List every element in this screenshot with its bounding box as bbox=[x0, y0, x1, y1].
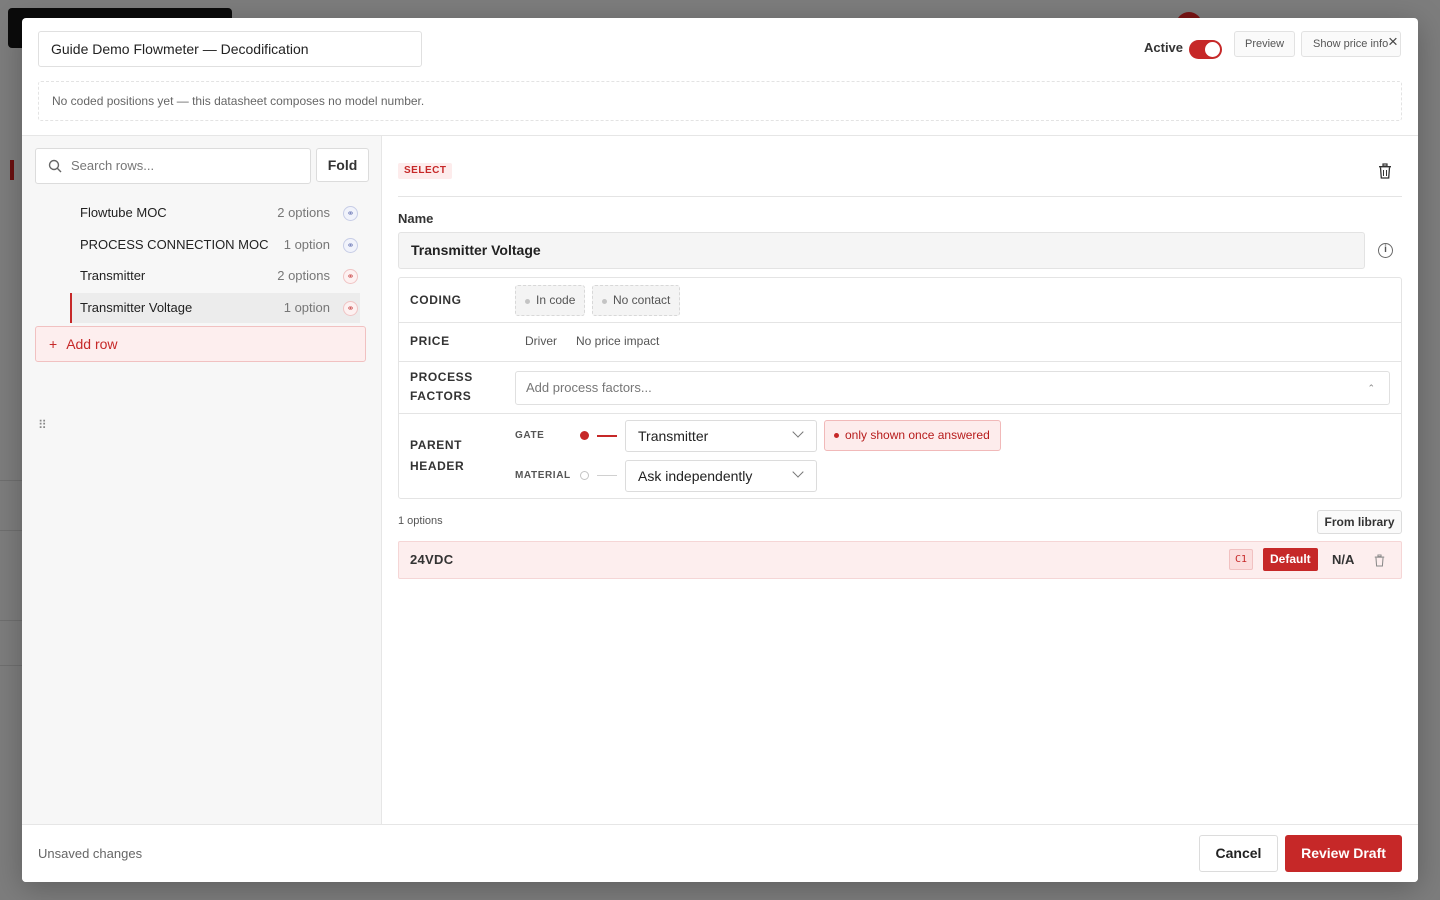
row-option-count: 2 options bbox=[277, 268, 330, 283]
modal-footer: Unsaved changes Cancel Review Draft bbox=[22, 824, 1418, 882]
row-type-tag: SELECT bbox=[398, 163, 453, 179]
parent-header-label-line2: HEADER bbox=[410, 459, 465, 473]
unsaved-status: Unsaved changes bbox=[38, 846, 143, 861]
row-name: Transmitter bbox=[80, 268, 146, 283]
add-row-label: Add row bbox=[66, 336, 118, 352]
option-price[interactable]: N/A bbox=[1332, 542, 1354, 578]
material-label: MATERIAL bbox=[515, 470, 571, 481]
datasheet-title-input[interactable]: Guide Demo Flowmeter — Decodification bbox=[38, 31, 422, 67]
info-icon[interactable]: i bbox=[1378, 243, 1393, 258]
row-name: Transmitter Voltage bbox=[80, 300, 193, 315]
decodification-modal: Guide Demo Flowmeter — Decodification Ac… bbox=[22, 18, 1418, 882]
price-label: PRICE bbox=[410, 334, 450, 348]
parent-header-row: PARENT HEADER GATE Transmitter only show… bbox=[399, 414, 1401, 499]
process-factors-label-line2: FACTORS bbox=[410, 389, 472, 403]
editor-divider bbox=[398, 196, 1402, 197]
cancel-button[interactable]: Cancel bbox=[1199, 835, 1278, 872]
coding-label: CODING bbox=[410, 293, 462, 307]
drag-handle-icon[interactable]: ⠿ bbox=[38, 417, 48, 433]
review-draft-button[interactable]: Review Draft bbox=[1285, 835, 1402, 872]
gate-value: Transmitter bbox=[638, 428, 709, 444]
options-count: 1 options bbox=[398, 515, 443, 527]
modal-header: Guide Demo Flowmeter — Decodification Ac… bbox=[22, 18, 1418, 136]
gate-dropdown[interactable]: Transmitter bbox=[625, 420, 817, 452]
trash-icon[interactable] bbox=[1374, 554, 1385, 567]
background-divider bbox=[0, 480, 22, 481]
gate-visibility-badge: only shown once answered bbox=[824, 420, 1001, 451]
price-row: PRICE Driver No price impact bbox=[399, 323, 1401, 362]
link-icon[interactable]: ⚭ bbox=[343, 269, 358, 284]
trash-icon[interactable] bbox=[1378, 163, 1392, 179]
link-icon[interactable]: ⚭ bbox=[343, 238, 358, 253]
row-option-count: 1 option bbox=[283, 300, 330, 315]
active-label: Active bbox=[1144, 40, 1184, 55]
in-code-chip[interactable]: In code bbox=[515, 285, 586, 316]
close-icon[interactable]: × bbox=[1388, 32, 1398, 52]
row-name: PROCESS CONNECTION MOC bbox=[80, 237, 269, 252]
row-option-count: 1 option bbox=[283, 237, 330, 252]
show-price-info-button[interactable]: Show price info bbox=[1301, 31, 1401, 57]
chevron-down-icon bbox=[792, 426, 804, 438]
material-dropdown[interactable]: Ask independently bbox=[625, 460, 817, 492]
preview-button[interactable]: Preview bbox=[1234, 31, 1296, 57]
row-option-count: 2 options bbox=[277, 205, 330, 220]
link-icon[interactable]: ⚭ bbox=[343, 206, 358, 221]
process-factors-label-line1: PROCESS bbox=[410, 370, 473, 384]
option-row[interactable]: 24VDC C1 Default N/A bbox=[398, 541, 1402, 579]
default-badge[interactable]: Default bbox=[1263, 548, 1318, 571]
sidebar-row-process-connection-moc[interactable]: PROCESS CONNECTION MOC 1 option ⚭ bbox=[70, 230, 360, 260]
gate-label: GATE bbox=[515, 430, 545, 441]
updown-chevron-icon: ⌃ bbox=[1367, 383, 1375, 393]
process-factors-placeholder: Add process factors... bbox=[526, 380, 652, 395]
price-driver[interactable]: Driver bbox=[525, 332, 557, 351]
link-icon[interactable]: ⚭ bbox=[343, 301, 358, 316]
sidebar-row-transmitter-voltage[interactable]: Transmitter Voltage 1 option ⚭ bbox=[70, 293, 360, 323]
fold-button[interactable]: Fold bbox=[316, 148, 369, 182]
row-editor: SELECT Name Transmitter Voltage i CODING… bbox=[383, 136, 1418, 824]
active-toggle[interactable] bbox=[1189, 40, 1222, 59]
material-connector bbox=[597, 475, 617, 476]
background-accent bbox=[10, 160, 14, 180]
row-name: Flowtube MOC bbox=[80, 205, 167, 220]
process-factors-row: PROCESS FACTORS Add process factors... ⌃ bbox=[399, 362, 1401, 414]
rows-sidebar: Search rows... Fold Flowtube MOC 2 optio… bbox=[22, 136, 382, 824]
plus-icon: + bbox=[49, 336, 58, 352]
search-input[interactable]: Search rows... bbox=[35, 148, 311, 184]
gate-connector bbox=[597, 435, 617, 437]
background-divider bbox=[0, 620, 22, 621]
coded-positions-notice: No coded positions yet — this datasheet … bbox=[38, 81, 1402, 121]
chevron-down-icon bbox=[792, 466, 804, 478]
parent-header-label-line1: PARENT bbox=[410, 438, 463, 452]
from-library-button[interactable]: From library bbox=[1317, 510, 1402, 534]
add-row-button[interactable]: + Add row bbox=[35, 326, 366, 362]
name-label: Name bbox=[398, 211, 434, 226]
search-placeholder: Search rows... bbox=[71, 158, 155, 173]
row-name-input[interactable]: Transmitter Voltage bbox=[398, 232, 1365, 269]
process-factors-select[interactable]: Add process factors... ⌃ bbox=[515, 371, 1390, 405]
sidebar-row-transmitter[interactable]: Transmitter 2 options ⚭ bbox=[70, 261, 360, 291]
search-icon bbox=[48, 159, 62, 173]
sidebar-row-flowtube-moc[interactable]: Flowtube MOC 2 options ⚭ bbox=[70, 198, 360, 228]
row-properties: CODING In code No contact PRICE Driver N… bbox=[398, 277, 1402, 499]
background-divider bbox=[0, 665, 22, 666]
coding-row: CODING In code No contact bbox=[399, 278, 1401, 323]
background-divider bbox=[0, 530, 22, 531]
price-impact[interactable]: No price impact bbox=[576, 332, 659, 351]
option-code-badge[interactable]: C1 bbox=[1229, 549, 1254, 570]
toggle-knob bbox=[1205, 42, 1220, 57]
gate-active-dot bbox=[580, 431, 589, 440]
material-inactive-dot bbox=[580, 471, 589, 480]
material-value: Ask independently bbox=[638, 468, 753, 484]
option-name: 24VDC bbox=[410, 552, 454, 567]
no-contact-chip[interactable]: No contact bbox=[592, 285, 681, 316]
